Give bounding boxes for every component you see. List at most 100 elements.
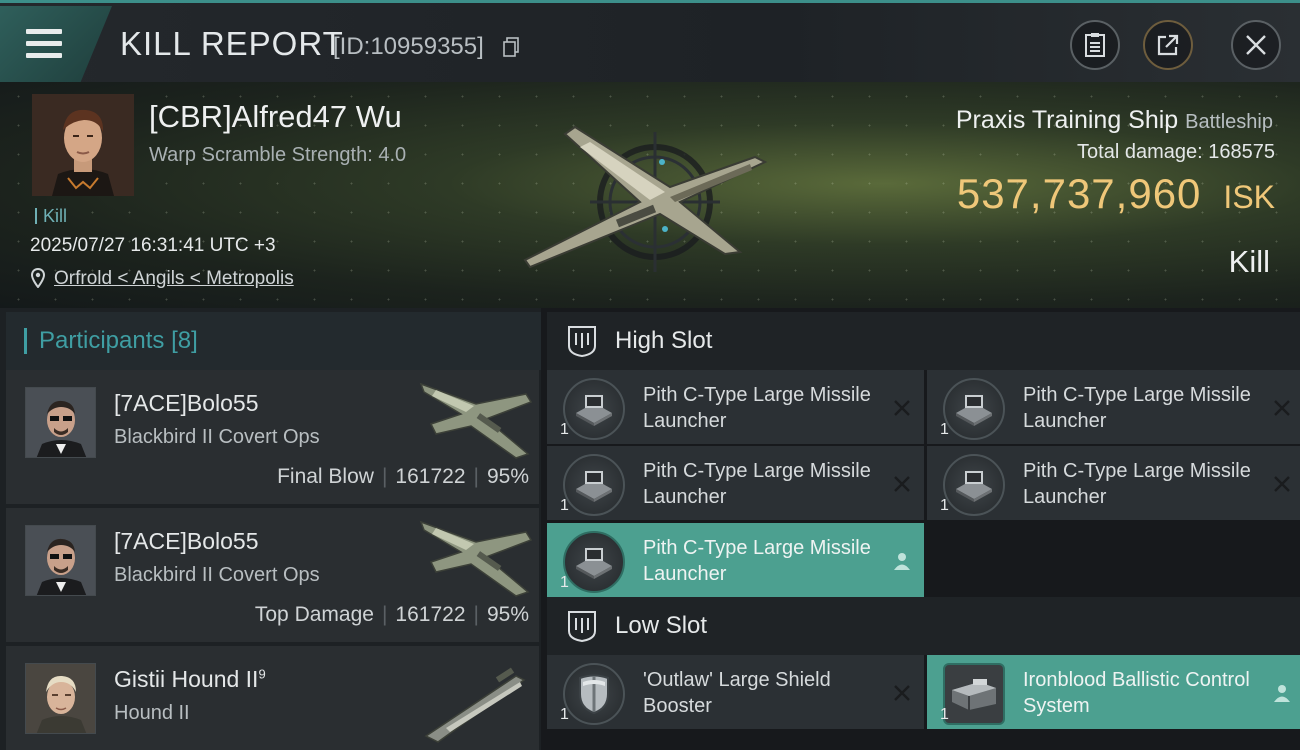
menu-button[interactable] bbox=[0, 6, 112, 82]
total-damage-label: Total damage: bbox=[1077, 141, 1203, 163]
missile-launcher-icon bbox=[943, 378, 1005, 440]
participant-portrait-image bbox=[26, 526, 95, 595]
high-slot-header: High Slot bbox=[547, 312, 1300, 370]
victim-ship: Praxis Training Ship Battleship bbox=[956, 106, 1273, 135]
participant-percent: 95% bbox=[486, 465, 529, 488]
module-name: Pith C-Type Large Missile Launcher bbox=[643, 537, 871, 585]
participant-row[interactable]: [7ACE]Bolo55 Blackbird II Covert Ops Fin… bbox=[6, 370, 539, 504]
participant-stats: Top Damage | 161722 | 95% bbox=[255, 603, 529, 627]
module-quantity: 1 bbox=[560, 574, 569, 591]
participants-title: Participants [8] bbox=[24, 328, 198, 354]
stat-divider: | bbox=[473, 603, 479, 626]
stat-divider: | bbox=[473, 465, 479, 488]
destroyed-x-icon bbox=[894, 685, 910, 701]
victim-ship-name[interactable]: Praxis Training Ship bbox=[956, 106, 1178, 134]
victim-ship-image bbox=[523, 125, 768, 272]
low-slot-label: Low Slot bbox=[615, 612, 708, 639]
page-title: KILL REPORT bbox=[120, 25, 344, 62]
participants-header[interactable]: Participants [8] bbox=[6, 312, 541, 370]
module-item-dropped[interactable]: 1 Pith C-Type Large Missile Launcher bbox=[547, 523, 924, 597]
participant-name-superscript: 9 bbox=[258, 666, 266, 682]
module-name: Pith C-Type Large Missile Launcher bbox=[1023, 460, 1251, 508]
menu-icon-bar bbox=[26, 41, 62, 46]
stat-divider: | bbox=[381, 465, 388, 488]
module-item[interactable]: 1 'Outlaw' Large Shield Booster bbox=[547, 655, 924, 729]
victim-header: [CBR]Alfred47 Wu Warp Scramble Strength:… bbox=[0, 82, 1300, 308]
participant-row[interactable]: Gistii Hound II9 Hound II bbox=[6, 646, 539, 750]
participant-ship: Hound II bbox=[114, 702, 190, 724]
missile-launcher-graphic bbox=[956, 471, 992, 502]
participant-ship: Blackbird II Covert Ops bbox=[114, 564, 320, 586]
participant-row[interactable]: [7ACE]Bolo55 Blackbird II Covert Ops Top… bbox=[6, 508, 539, 642]
module-quantity: 1 bbox=[560, 497, 569, 514]
kill-location-link[interactable]: Orfrold < Angils < Metropolis bbox=[54, 268, 294, 290]
module-name: Pith C-Type Large Missile Launcher bbox=[1023, 384, 1251, 432]
isk-unit: ISK bbox=[1223, 179, 1275, 215]
module-item[interactable]: 1 Pith C-Type Large Missile Launcher bbox=[927, 446, 1300, 520]
total-damage: Total damage: 168575 bbox=[1077, 141, 1275, 164]
participant-stats: Final Blow | 161722 | 95% bbox=[277, 465, 529, 489]
module-item[interactable]: 1 Pith C-Type Large Missile Launcher bbox=[547, 370, 924, 444]
menu-icon-bar bbox=[26, 53, 62, 58]
module-item[interactable]: 1 Pith C-Type Large Missile Launcher bbox=[547, 446, 924, 520]
participant-name[interactable]: Gistii Hound II9 bbox=[114, 666, 266, 693]
menu-icon bbox=[26, 29, 62, 34]
participant-portrait-image bbox=[26, 664, 95, 733]
victim-avatar[interactable] bbox=[32, 94, 134, 196]
share-button[interactable] bbox=[1143, 20, 1193, 70]
report-id: [ID:10959355] bbox=[333, 33, 484, 60]
participants-panel: Participants [8] [7ACE]Bolo55 Blackbird … bbox=[0, 308, 541, 750]
clipboard-button[interactable] bbox=[1070, 20, 1120, 70]
participant-damage: 161722 bbox=[395, 603, 466, 626]
destroyed-x-icon bbox=[894, 476, 910, 492]
module-name: 'Outlaw' Large Shield Booster bbox=[643, 669, 831, 717]
missile-launcher-graphic bbox=[956, 395, 992, 426]
participant-name[interactable]: [7ACE]Bolo55 bbox=[114, 528, 258, 555]
close-button[interactable] bbox=[1231, 20, 1281, 70]
total-damage-value: 168575 bbox=[1208, 141, 1275, 163]
participant-avatar bbox=[25, 525, 96, 596]
participant-name[interactable]: [7ACE]Bolo55 bbox=[114, 390, 258, 417]
dropped-person-icon bbox=[894, 553, 910, 570]
module-quantity: 1 bbox=[940, 706, 949, 723]
module-quantity: 1 bbox=[560, 421, 569, 438]
module-name: Pith C-Type Large Missile Launcher bbox=[643, 460, 871, 508]
slot-shield-icon bbox=[568, 611, 596, 643]
result-label: Kill bbox=[1228, 244, 1270, 279]
participant-role: Top Damage bbox=[254, 603, 374, 626]
participant-name-text: Gistii Hound II bbox=[114, 666, 259, 692]
isk-amount: 537,737,960 bbox=[956, 170, 1202, 217]
destroyed-x-icon bbox=[1274, 476, 1290, 492]
destroyed-x-icon bbox=[894, 400, 910, 416]
clipboard-icon bbox=[1085, 33, 1105, 57]
top-bar: KILL REPORT [ID:10959355] bbox=[0, 0, 1300, 82]
missile-launcher-icon bbox=[563, 531, 625, 593]
participant-percent: 95% bbox=[486, 603, 529, 626]
missile-launcher-icon bbox=[563, 454, 625, 516]
slot-shield-icon bbox=[568, 326, 596, 358]
module-quantity: 1 bbox=[940, 497, 949, 514]
shield-booster-icon bbox=[563, 663, 625, 725]
share-icon bbox=[1157, 34, 1179, 56]
module-item[interactable]: 1 Pith C-Type Large Missile Launcher bbox=[927, 370, 1300, 444]
participant-ship-image bbox=[419, 520, 533, 597]
close-icon bbox=[1246, 35, 1266, 55]
copy-icon[interactable] bbox=[503, 37, 520, 57]
location-pin-icon bbox=[30, 268, 46, 288]
participants-count: [8] bbox=[171, 327, 198, 354]
dropped-person-icon bbox=[1274, 685, 1290, 702]
module-quantity: 1 bbox=[940, 421, 949, 438]
victim-name[interactable]: [CBR]Alfred47 Wu bbox=[149, 99, 402, 135]
warp-scramble-strength: Warp Scramble Strength: 4.0 bbox=[149, 144, 407, 166]
participants-label: Participants bbox=[39, 327, 165, 354]
shield-booster-graphic bbox=[579, 674, 609, 714]
stat-divider: | bbox=[381, 603, 388, 626]
module-item-dropped[interactable]: 1 Ironblood Ballistic Control System bbox=[927, 655, 1300, 729]
participant-ship-image bbox=[419, 382, 533, 459]
participant-damage: 161722 bbox=[395, 465, 466, 488]
participant-ship: Blackbird II Covert Ops bbox=[114, 426, 320, 448]
missile-launcher-graphic bbox=[576, 471, 612, 502]
ballistic-control-icon bbox=[943, 663, 1005, 725]
kill-datetime: 2025/07/27 16:31:41 UTC +3 bbox=[30, 235, 276, 256]
victim-portrait-image bbox=[32, 94, 134, 196]
